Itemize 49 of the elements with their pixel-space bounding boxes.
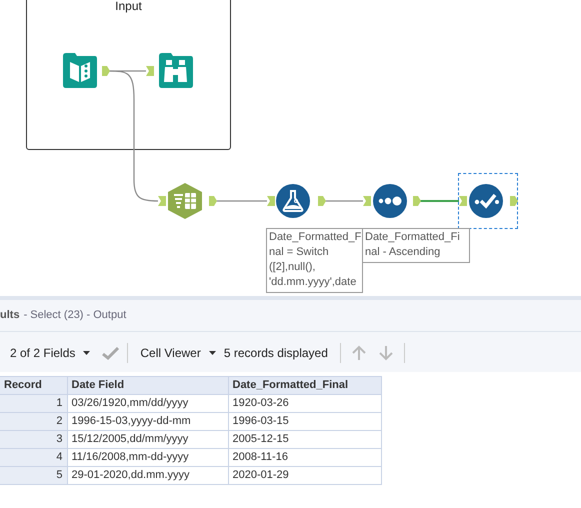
table-cell: 2020-01-29 (228, 466, 381, 484)
records-count: 5 records displayed (224, 345, 328, 362)
table-cell: 11/16/2008,mm-dd-yyyy (67, 448, 228, 466)
table-cell: 03/26/1920,mm/dd/yyyy (67, 394, 228, 412)
column-header[interactable]: Date_Formatted_Final (228, 376, 381, 394)
record-number: 1 (0, 394, 67, 412)
annotation-text: 'dd.mm.yyyy',date (269, 275, 358, 290)
arrow-down-icon[interactable] (378, 345, 394, 361)
annotation-text: nal = Switch (269, 245, 330, 260)
input-anchor-icon[interactable] (363, 196, 371, 206)
record-number: 3 (0, 430, 67, 448)
record-number: 4 (0, 448, 67, 466)
output-anchor-icon[interactable] (209, 196, 217, 206)
table-cell: 1996-15-03,yyyy-dd-mm (67, 412, 228, 430)
table-cell: 2005-12-15 (228, 430, 381, 448)
column-header[interactable]: Record (0, 376, 67, 394)
record-number: 2 (0, 412, 67, 430)
record-number: 5 (0, 466, 67, 484)
annotation-text: nal - Ascending (365, 245, 442, 260)
output-anchor-icon[interactable] (510, 196, 518, 206)
caret-icon (83, 351, 90, 355)
annotation-text: Date_Formatted_Fi (365, 230, 461, 245)
output-anchor-icon[interactable] (318, 196, 326, 206)
annotation-text: Date_Formatted_F (269, 230, 360, 245)
check-icon[interactable] (102, 346, 120, 360)
select-tool-icon[interactable] (469, 184, 503, 218)
input-tool-icon[interactable] (61, 52, 98, 88)
output-anchor-icon[interactable] (413, 196, 421, 206)
formula-tool-icon[interactable] (276, 184, 310, 218)
container-title: Input (114, 0, 143, 13)
table-cell: 29-01-2020,dd.mm.yyyy (67, 466, 228, 484)
panel-subtitle: - Select (23) - Output (24, 308, 126, 324)
table-cell: 1996-03-15 (228, 412, 381, 430)
table-cell: 15/12/2005,dd/mm/yyyy (67, 430, 228, 448)
arrow-up-icon[interactable] (350, 345, 367, 361)
output-anchor-icon[interactable] (102, 66, 110, 76)
table-cell: 1920-03-26 (228, 394, 381, 412)
panel-title: ults (0, 308, 20, 324)
browse-tool-icon[interactable] (157, 52, 194, 88)
input-anchor-icon[interactable] (459, 196, 467, 206)
input-anchor-icon[interactable] (146, 66, 154, 76)
annotation-text: ([2],null(), (269, 260, 316, 275)
viewer-dropdown[interactable]: Cell Viewer (140, 344, 216, 362)
fields-dropdown[interactable]: 2 of 2 Fields (10, 344, 90, 362)
input-anchor-icon[interactable] (158, 196, 166, 206)
caret-icon (208, 351, 216, 355)
sort-tool-icon[interactable] (373, 184, 407, 218)
table-cell: 2008-11-16 (228, 448, 381, 466)
column-header[interactable]: Date Field (67, 376, 228, 394)
